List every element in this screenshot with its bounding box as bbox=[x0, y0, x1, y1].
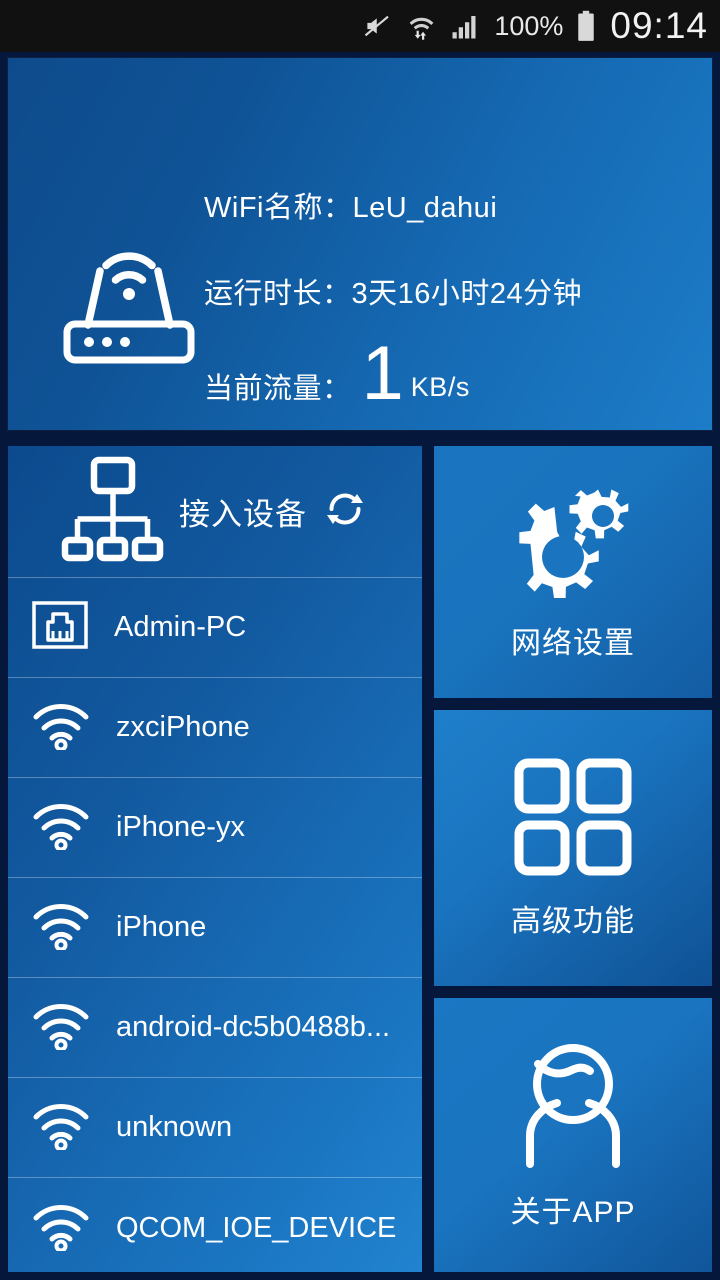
device-row[interactable]: zxciPhone bbox=[8, 678, 422, 778]
device-name: android-dc5b0488b... bbox=[116, 1011, 391, 1043]
tile-about-app-label: 关于APP bbox=[510, 1195, 636, 1229]
wifi-transfer-icon bbox=[406, 11, 437, 42]
battery-percent-label: 100% bbox=[494, 10, 564, 41]
device-name: iPhone-yx bbox=[116, 811, 245, 843]
device-name: zxciPhone bbox=[116, 711, 250, 743]
device-name: QCOM_IOE_DEVICE bbox=[116, 1211, 397, 1244]
tile-advanced-features-label: 高级功能 bbox=[511, 904, 635, 938]
gears-icon bbox=[511, 483, 635, 604]
network-topology-icon bbox=[61, 456, 165, 567]
device-list: Admin-PC zxciPhone iPhone-yx iPhone android-… bbox=[8, 578, 422, 1272]
traffic-block: 当前流量： 1 KB/s bbox=[204, 331, 582, 416]
person-icon bbox=[512, 1040, 634, 1173]
clock-label: 09:14 bbox=[610, 4, 708, 46]
wifi-icon bbox=[32, 1100, 90, 1155]
connected-devices-header: 接入设备 bbox=[8, 446, 422, 578]
grid-icon bbox=[513, 757, 633, 882]
device-name: unknown bbox=[116, 1111, 233, 1143]
device-row[interactable]: Admin-PC bbox=[8, 578, 422, 678]
router-summary-card[interactable]: WiFi名称：LeU_dahui 运行时长：3天16小时24分钟 当前流量： 1… bbox=[8, 58, 712, 430]
status-bar: 100% 09:14 bbox=[0, 0, 720, 52]
battery-full-icon bbox=[576, 10, 596, 42]
wifi-icon bbox=[32, 1000, 90, 1055]
wifi-icon bbox=[32, 900, 90, 955]
router-icon bbox=[58, 233, 200, 370]
traffic-unit: KB/s bbox=[410, 371, 470, 402]
device-row[interactable]: unknown bbox=[8, 1078, 422, 1178]
connected-devices-title: 接入设备 bbox=[179, 497, 307, 532]
device-name: iPhone bbox=[116, 911, 207, 943]
router-info-block: WiFi名称：LeU_dahui 运行时长：3天16小时24分钟 当前流量： 1… bbox=[204, 184, 583, 416]
uptime-label: 运行时长：3天16小时24分钟 bbox=[204, 278, 583, 310]
wifi-icon bbox=[32, 800, 90, 855]
tile-about-app[interactable]: 关于APP bbox=[434, 998, 712, 1272]
ssid-label: WiFi名称：LeU_dahui bbox=[204, 192, 498, 224]
tile-network-settings[interactable]: 网络设置 bbox=[434, 446, 712, 698]
device-name: Admin-PC bbox=[114, 611, 247, 643]
wifi-icon bbox=[32, 700, 90, 755]
traffic-value: 1 bbox=[361, 331, 404, 416]
app-screen: 100% 09:14 WiFi名称：LeU_dahui 运行时长：3天16小时2… bbox=[0, 0, 720, 1280]
device-row[interactable]: iPhone bbox=[8, 878, 422, 978]
tile-advanced-features[interactable]: 高级功能 bbox=[434, 710, 712, 986]
ethernet-port-icon bbox=[32, 600, 88, 655]
tile-network-settings-label: 网络设置 bbox=[511, 626, 635, 660]
cellular-signal-icon bbox=[450, 11, 480, 41]
mute-icon bbox=[363, 11, 393, 41]
device-row[interactable]: android-dc5b0488b... bbox=[8, 978, 422, 1078]
device-row[interactable]: QCOM_IOE_DEVICE bbox=[8, 1178, 422, 1272]
traffic-label: 当前流量： bbox=[204, 372, 352, 405]
connected-devices-card: 接入设备 Admin-PC zxciPhone iPhone-yx iPhone and… bbox=[8, 446, 422, 1272]
wifi-icon bbox=[32, 1201, 90, 1256]
refresh-icon[interactable] bbox=[321, 485, 369, 538]
device-row[interactable]: iPhone-yx bbox=[8, 778, 422, 878]
